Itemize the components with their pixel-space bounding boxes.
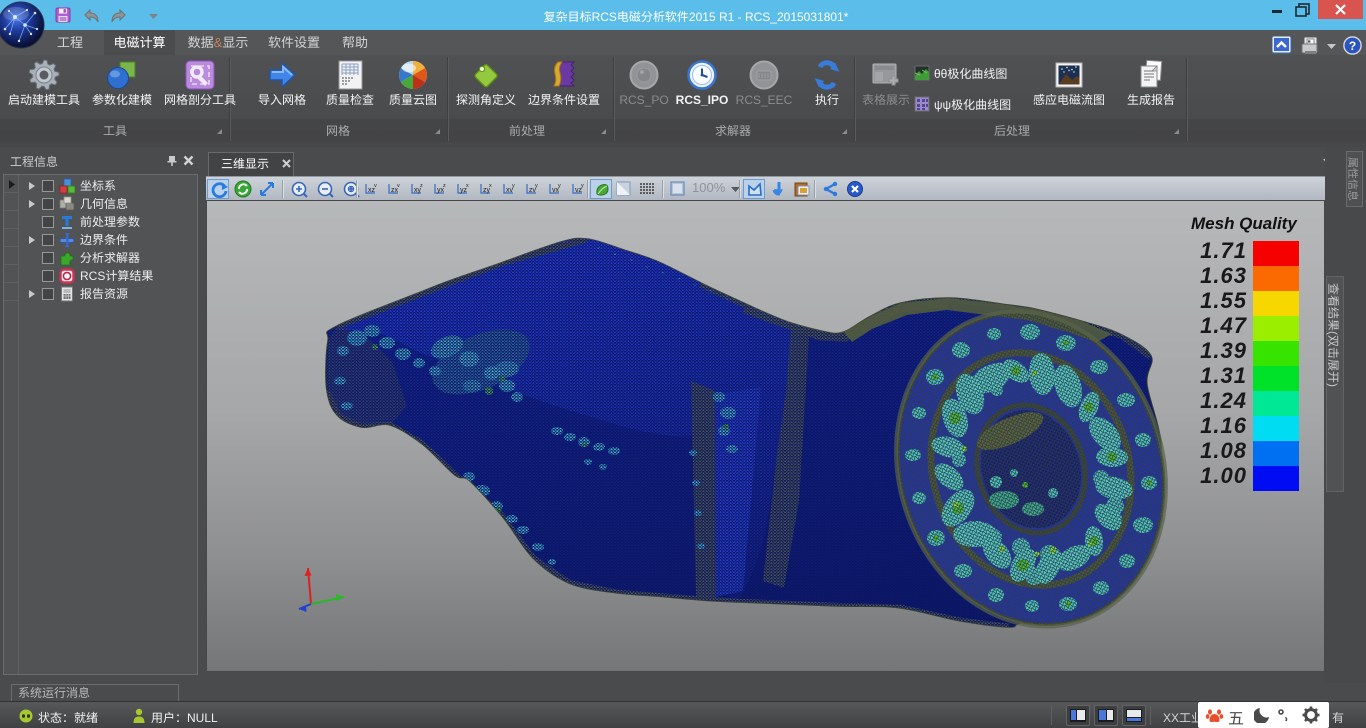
svg-text:v: v <box>397 183 400 189</box>
svg-text:y: y <box>558 183 561 189</box>
svg-text:x: x <box>489 183 492 189</box>
svg-text:z: z <box>443 183 446 189</box>
svg-text:z: z <box>420 183 423 189</box>
svg-text:v: v <box>374 183 377 189</box>
svg-text:x: x <box>466 183 469 189</box>
svg-text:y: y <box>535 183 538 189</box>
svg-text:?: ? <box>1349 39 1356 53</box>
svg-text:y: y <box>512 183 515 189</box>
svg-text:y: y <box>581 183 584 189</box>
